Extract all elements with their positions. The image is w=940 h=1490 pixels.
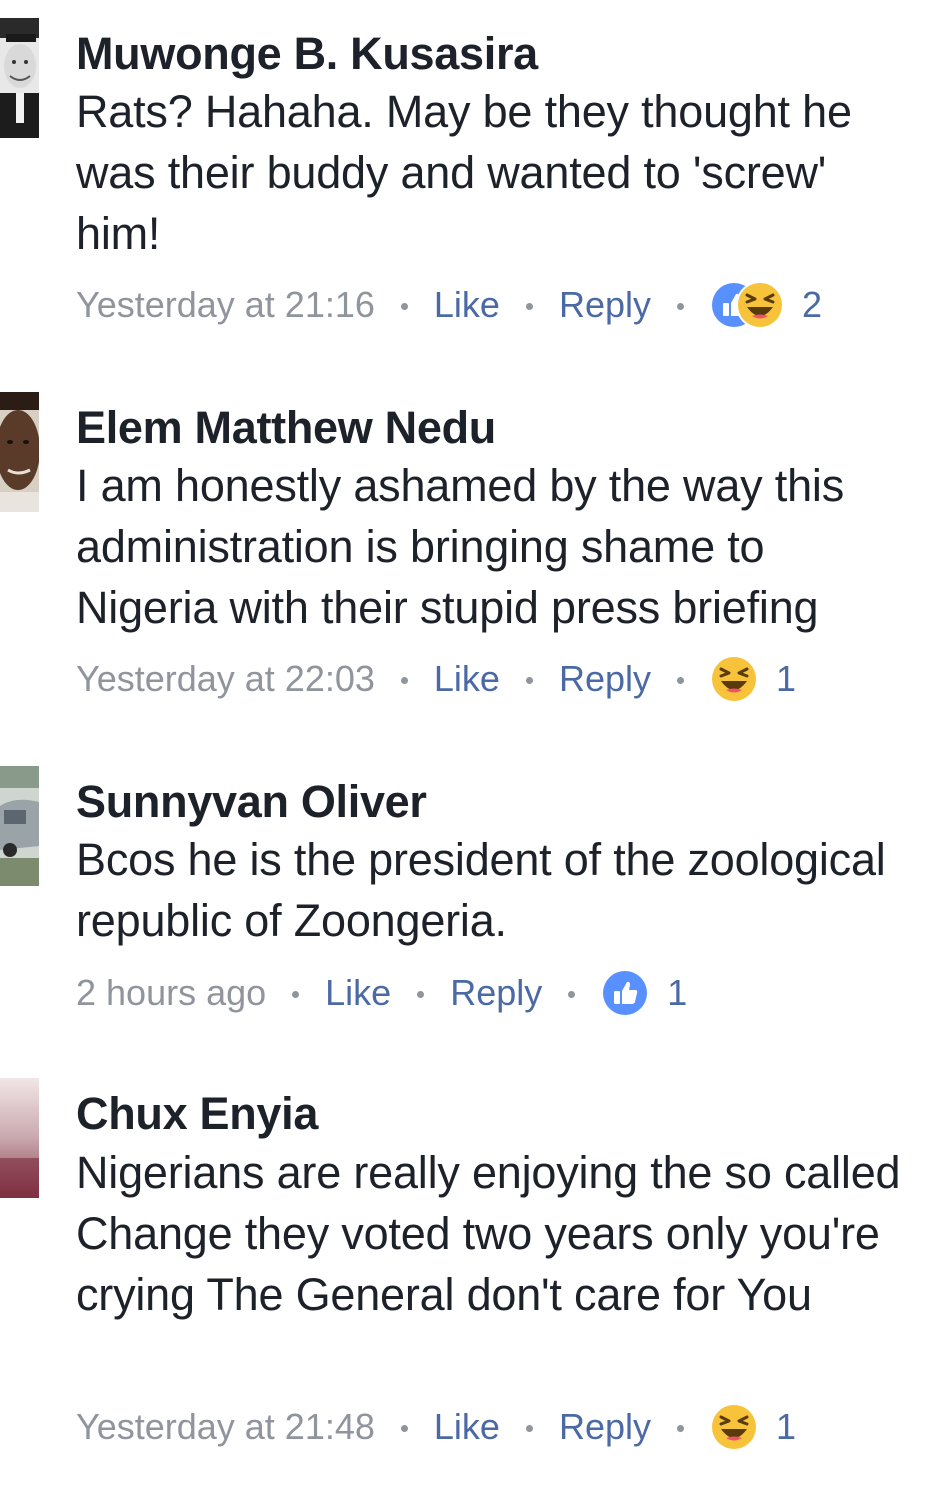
separator-dot	[677, 1424, 684, 1432]
separator-dot	[677, 676, 684, 684]
separator-dot	[525, 676, 533, 684]
reactions-summary[interactable]: 1	[710, 655, 796, 703]
comment-text: I am honestly ashamed by the way this ad…	[76, 460, 844, 633]
comment-author[interactable]: Chux Enyia	[76, 1088, 318, 1140]
comment-timestamp[interactable]: Yesterday at 21:48	[76, 1406, 375, 1448]
comment-timestamp[interactable]: Yesterday at 21:16	[76, 284, 375, 326]
haha-icon	[710, 1403, 758, 1451]
like-icon	[601, 969, 650, 1017]
reply-button[interactable]: Reply	[559, 284, 651, 326]
reply-button[interactable]: Reply	[559, 1406, 651, 1448]
comment-timestamp[interactable]: 2 hours ago	[76, 972, 266, 1014]
like-button[interactable]: Like	[434, 284, 500, 326]
haha-icon	[736, 281, 784, 329]
comment-author[interactable]: Elem Matthew Nedu	[76, 402, 496, 454]
comment-text: Rats? Hahaha. May be they thought he was…	[76, 86, 852, 259]
reaction-count: 2	[802, 284, 823, 325]
like-button[interactable]: Like	[325, 972, 391, 1014]
separator-dot	[400, 1424, 408, 1432]
comment-meta: Yesterday at 22:03 Like Reply 1	[76, 654, 796, 704]
separator-dot	[525, 1424, 533, 1432]
comment-author[interactable]: Sunnyvan Oliver	[76, 776, 427, 828]
reactions-summary[interactable]: 1	[601, 969, 687, 1017]
reply-button[interactable]: Reply	[559, 658, 651, 700]
comment-timestamp[interactable]: Yesterday at 22:03	[76, 658, 375, 700]
reaction-count: 1	[667, 972, 688, 1013]
separator-dot	[400, 676, 408, 684]
comment-meta: Yesterday at 21:48 Like Reply 1	[76, 1402, 796, 1452]
reactions-summary[interactable]: 2	[710, 281, 822, 329]
reaction-count: 1	[776, 658, 797, 699]
haha-icon	[710, 655, 758, 703]
like-button[interactable]: Like	[434, 658, 500, 700]
reactions-summary[interactable]: 1	[710, 1403, 796, 1451]
comment-meta: 2 hours ago Like Reply 1	[76, 968, 687, 1018]
like-button[interactable]: Like	[434, 1406, 500, 1448]
separator-dot	[677, 302, 684, 310]
reaction-count: 1	[776, 1406, 797, 1447]
comment-text: Nigerians are really enjoying the so cal…	[76, 1147, 901, 1320]
comment-meta: Yesterday at 21:16 Like Reply 2	[76, 280, 822, 330]
avatar[interactable]	[0, 392, 39, 512]
separator-dot	[568, 990, 576, 998]
avatar[interactable]	[0, 18, 39, 138]
comment-text: Bcos he is the president of the zoologic…	[76, 834, 886, 946]
avatar[interactable]	[0, 766, 39, 886]
separator-dot	[525, 302, 533, 310]
comment-author[interactable]: Muwonge B. Kusasira	[76, 28, 538, 80]
separator-dot	[292, 990, 300, 998]
separator-dot	[417, 990, 425, 998]
reply-button[interactable]: Reply	[450, 972, 542, 1014]
avatar[interactable]	[0, 1078, 39, 1198]
separator-dot	[400, 302, 408, 310]
